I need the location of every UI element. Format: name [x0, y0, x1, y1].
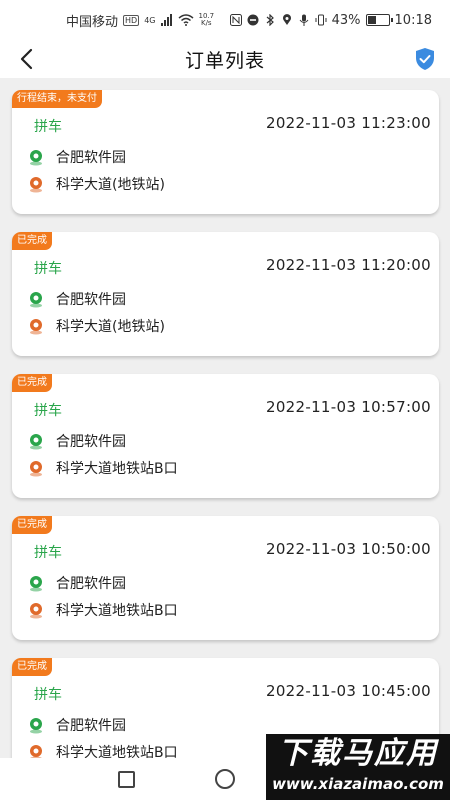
start-pin-icon — [30, 717, 42, 733]
order-status-badge: 已完成 — [12, 374, 52, 392]
order-type: 拼车 — [34, 687, 62, 703]
end-location: 科学大道地铁站B口 — [28, 600, 178, 620]
end-pin-icon — [30, 176, 42, 192]
start-location-text: 合肥软件园 — [56, 150, 126, 166]
start-location-text: 合肥软件园 — [56, 576, 126, 592]
end-location: 科学大道(地铁站) — [28, 174, 165, 194]
order-time: 2022-11-03 10:57:00 — [265, 398, 431, 416]
order-type: 拼车 — [34, 119, 62, 135]
end-location-text: 科学大道地铁站B口 — [56, 461, 178, 477]
do-not-disturb-icon — [247, 14, 259, 26]
battery-icon — [365, 14, 393, 26]
start-location: 合肥软件园 — [28, 715, 126, 735]
start-location: 合肥软件园 — [28, 431, 126, 451]
back-chevron-icon[interactable] — [14, 46, 40, 72]
wifi-icon — [178, 14, 193, 26]
end-pin-icon — [30, 318, 42, 334]
end-location-text: 科学大道(地铁站) — [56, 177, 165, 193]
order-status-badge: 行程结束，未支付 — [12, 90, 102, 108]
speed-unit: K/s — [200, 19, 212, 27]
start-pin-icon — [30, 291, 42, 307]
network-text: 4G — [144, 15, 156, 25]
status-right: 43% 10:18 — [229, 12, 432, 28]
start-location-text: 合肥软件园 — [56, 292, 126, 308]
end-pin-icon — [30, 460, 42, 476]
order-card[interactable]: 行程结束，未支付 拼车 2022-11-03 11:23:00 合肥软件园 科学… — [12, 90, 439, 214]
order-status-badge: 已完成 — [12, 516, 52, 534]
end-pin-icon — [30, 602, 42, 618]
battery-fill — [367, 16, 376, 24]
start-location: 合肥软件园 — [28, 289, 126, 309]
watermark-logo: 下载马应用 www.xiazaimao.com — [266, 734, 450, 800]
nfc-icon — [229, 14, 242, 26]
order-status-badge: 已完成 — [12, 658, 52, 676]
battery-percent: 43% — [331, 12, 361, 28]
watermark-en: www.xiazaimao.com — [272, 775, 444, 793]
order-time: 2022-11-03 10:45:00 — [265, 682, 431, 700]
start-location: 合肥软件园 — [28, 573, 126, 593]
order-type: 拼车 — [34, 403, 62, 419]
watermark-cn: 下载马应用 — [278, 736, 438, 771]
clock: 10:18 — [394, 12, 432, 28]
recent-apps-button[interactable] — [118, 770, 135, 788]
status-bar: 中国移动 HD 4G 10.7 K/s 43% 10:18 — [0, 0, 450, 40]
order-status-badge: 已完成 — [12, 232, 52, 250]
end-location: 科学大道地铁站B口 — [28, 458, 178, 478]
app-header: 订单列表 — [0, 40, 450, 78]
carrier-text: 中国移动 — [66, 14, 119, 30]
start-pin-icon — [30, 149, 42, 165]
microphone-icon — [299, 14, 309, 26]
start-pin-icon — [30, 433, 42, 449]
order-card[interactable]: 已完成 拼车 2022-11-03 11:20:00 合肥软件园 科学大道(地铁… — [12, 232, 439, 356]
home-button[interactable] — [215, 769, 235, 789]
end-location: 科学大道(地铁站) — [28, 316, 165, 336]
vibrate-icon — [315, 14, 327, 26]
hd-badge: HD — [123, 14, 140, 26]
status-left: 中国移动 HD 4G 10.7 K/s — [66, 11, 214, 30]
location-icon — [282, 14, 291, 25]
order-card[interactable]: 已完成 拼车 2022-11-03 10:57:00 合肥软件园 科学大道地铁站… — [12, 374, 439, 498]
end-location-text: 科学大道(地铁站) — [56, 319, 165, 335]
signal-icon — [160, 14, 172, 26]
start-location-text: 合肥软件园 — [56, 718, 126, 734]
order-time: 2022-11-03 11:20:00 — [265, 256, 431, 274]
end-location-text: 科学大道地铁站B口 — [56, 603, 178, 619]
start-location-text: 合肥软件园 — [56, 434, 126, 450]
order-type: 拼车 — [34, 261, 62, 277]
start-location: 合肥软件园 — [28, 147, 126, 167]
shield-check-icon[interactable] — [414, 47, 436, 71]
order-time: 2022-11-03 10:50:00 — [265, 540, 431, 558]
order-time: 2022-11-03 11:23:00 — [265, 114, 431, 132]
order-type: 拼车 — [34, 545, 62, 561]
order-card[interactable]: 已完成 拼车 2022-11-03 10:50:00 合肥软件园 科学大道地铁站… — [12, 516, 439, 640]
bluetooth-icon — [266, 14, 274, 26]
start-pin-icon — [30, 575, 42, 591]
page-title: 订单列表 — [184, 49, 265, 72]
network-speed: 10.7 K/s — [199, 13, 215, 27]
